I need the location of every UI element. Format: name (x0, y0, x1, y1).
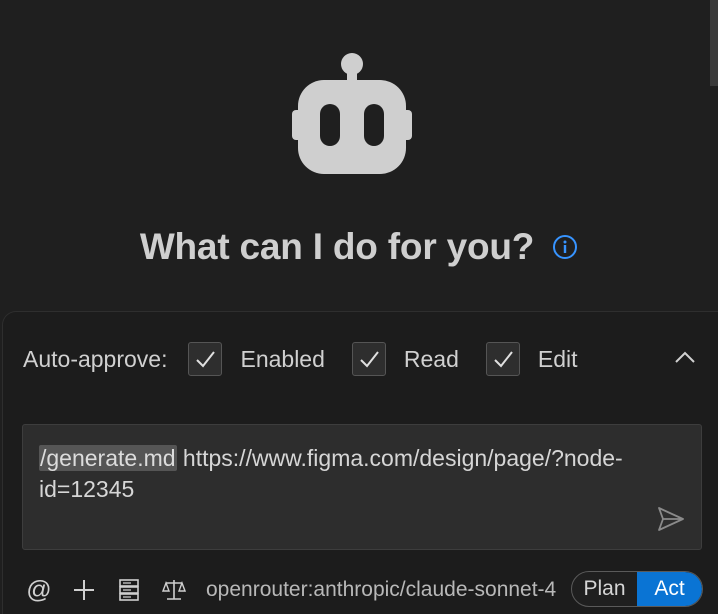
at-icon[interactable]: @ (26, 576, 52, 604)
edit-label: Edit (537, 345, 578, 372)
scrollbar-thumb[interactable] (710, 0, 718, 86)
model-selector[interactable]: openrouter:anthropic/claude-sonnet-4 (206, 578, 566, 602)
plan-act-toggle[interactable]: Plan Act (571, 571, 703, 607)
server-icon[interactable] (116, 577, 142, 603)
enabled-checkbox[interactable] (188, 342, 223, 376)
chat-input-text[interactable]: /generate.md https://www.figma.com/desig… (39, 443, 639, 505)
read-label: Read (403, 345, 459, 372)
robot-icon (292, 53, 412, 174)
chat-view: What can I do for you? Auto-approve: Ena… (0, 0, 718, 614)
auto-approve-label: Auto-approve: (23, 345, 168, 372)
info-icon[interactable] (552, 234, 578, 260)
welcome-headline: What can I do for you? (0, 226, 718, 268)
plan-mode-button[interactable]: Plan (572, 572, 637, 606)
auto-approve-edit[interactable]: Edit (485, 342, 578, 376)
input-toolbar: @ openrouter:anthropic/claude-sonnet-4 P… (26, 570, 706, 610)
auto-approve-bar[interactable]: Auto-approve: Enabled Read Edit (23, 340, 703, 378)
check-icon (360, 351, 379, 368)
enabled-label: Enabled (240, 345, 325, 372)
send-icon[interactable] (657, 505, 685, 533)
chat-input[interactable]: /generate.md https://www.figma.com/desig… (22, 424, 702, 550)
check-icon (494, 351, 513, 368)
read-checkbox[interactable] (351, 342, 386, 376)
edit-checkbox[interactable] (485, 342, 520, 376)
plus-icon[interactable] (71, 577, 97, 603)
act-mode-button[interactable]: Act (637, 572, 702, 606)
slash-command-chip: /generate.md (39, 445, 177, 471)
scale-icon[interactable] (161, 577, 187, 603)
chevron-up-icon[interactable] (673, 346, 697, 370)
auto-approve-enabled[interactable]: Enabled (188, 342, 325, 376)
check-icon (196, 351, 216, 368)
page-title: What can I do for you? (139, 226, 535, 267)
auto-approve-read[interactable]: Read (351, 342, 459, 376)
